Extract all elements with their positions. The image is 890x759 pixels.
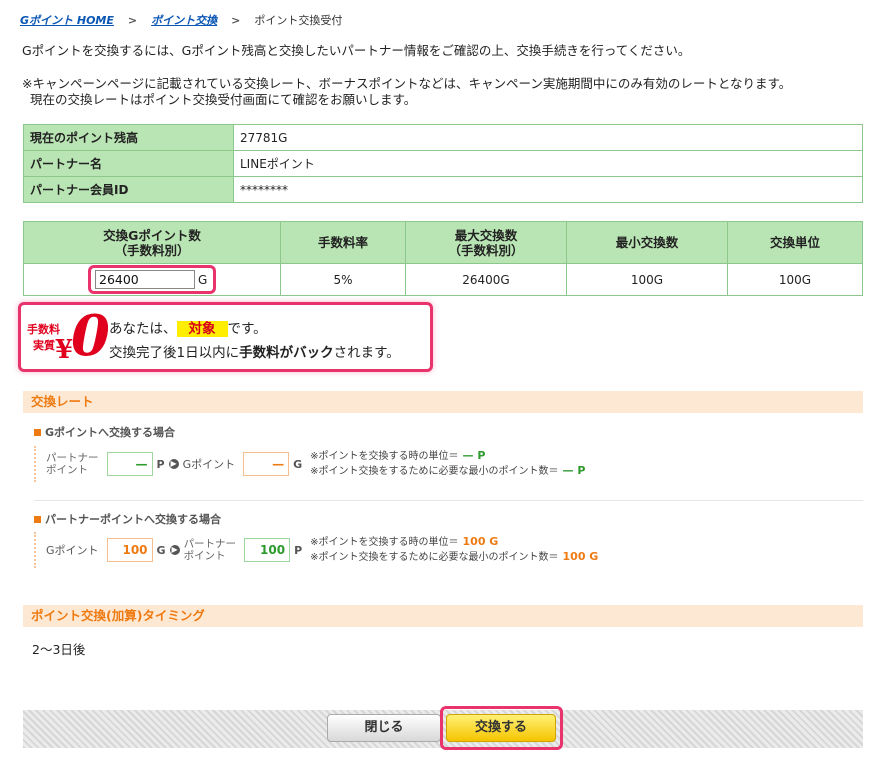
intro-text: Gポイントを交換するには、Gポイント残高と交換したいパートナー情報をご確認の上、… <box>22 43 691 58</box>
arrow-right-icon: ▶ <box>169 545 180 555</box>
to-g-rate-row: パートナー ポイント — P ▶ Gポイント — G ※ポイントを交換する時の単… <box>34 446 585 482</box>
table-header-row: 交換Gポイント数 （手数料別） 手数料率 最大交換数 （手数料別） 最小交換数 … <box>23 221 863 264</box>
partner-point-label-1: パートナー <box>46 452 99 464</box>
unit-value: 100G <box>727 263 863 296</box>
to-g-note-1-text: ※ポイントを交換する時の単位＝ <box>310 451 459 462</box>
timing-value: 2〜3日後 <box>32 642 86 657</box>
gpoint-label: Gポイント <box>182 458 236 471</box>
header-amount-line-1: 交換Gポイント数 <box>103 227 201 243</box>
to-g-notes: ※ポイントを交換する時の単位＝ — P ※ポイント交換をするために必要な最小のポイ… <box>310 449 585 479</box>
to-partner-note-1-value: 100 G <box>462 535 499 548</box>
badge-zero: 0 <box>71 303 110 369</box>
exchange-rate-section-header: 交換レート <box>23 391 863 413</box>
partner-point-label-2: ポイント <box>46 464 88 476</box>
partner-point-rate-box: 100 <box>244 538 291 562</box>
to-partner-note-1-text: ※ポイントを交換する時の単位＝ <box>310 537 459 548</box>
campaign-notice: ※キャンペーンページに記載されている交換レート、ボーナスポイントなどは、キャンペ… <box>22 76 791 108</box>
exchange-button-highlight: 交換する <box>440 706 563 750</box>
header-max: 最大交換数 （手数料別） <box>405 221 567 264</box>
close-button[interactable]: 閉じる <box>327 714 441 742</box>
gpoint-unit: G <box>293 457 303 471</box>
header-max-line-1: 最大交換数 <box>454 227 518 243</box>
gpoint-unit: G <box>156 543 166 557</box>
campaign-line-1: あなたは、 対象 です。 <box>109 317 267 337</box>
member-id-value: ******** <box>233 176 863 203</box>
fee-zero-campaign-box: 手数料 実質 ¥ 0 あなたは、 対象 です。 交換完了後1日以内に手数料がバックさ… <box>18 302 433 372</box>
to-g-heading: Gポイントへ交換する場合 <box>34 424 175 440</box>
to-partner-note-2-text: ※ポイント交換をするために必要な最小のポイント数＝ <box>310 552 559 563</box>
badge-text-real: 実質 <box>33 339 55 352</box>
campaign-line-2-bold: 手数料がバック <box>239 345 334 361</box>
breadcrumb: Gポイント HOME > ポイント交換 > ポイント交換受付 <box>20 12 342 28</box>
to-g-note-1: ※ポイントを交換する時の単位＝ — P <box>310 449 585 464</box>
header-min: 最小交換数 <box>566 221 728 264</box>
to-partner-note-2: ※ポイント交換をするために必要な最小のポイント数＝ 100 G <box>310 550 598 565</box>
partner-name-label: パートナー名 <box>23 150 234 177</box>
campaign-line-1-pre: あなたは、 <box>109 321 177 337</box>
notice-line-1: ※キャンペーンページに記載されている交換レート、ボーナスポイントなどは、キャンペ… <box>22 76 792 91</box>
to-partner-notes: ※ポイントを交換する時の単位＝ 100 G ※ポイント交換をするために必要な最小の… <box>310 535 598 565</box>
header-amount: 交換Gポイント数 （手数料別） <box>23 221 281 264</box>
header-max-line-2: （手数料別） <box>448 242 524 258</box>
balance-value: 27781G <box>233 124 863 151</box>
member-id-label: パートナー会員ID <box>23 176 234 203</box>
campaign-line-2-post: されます。 <box>333 345 400 361</box>
header-unit: 交換単位 <box>727 221 863 264</box>
campaign-line-2: 交換完了後1日以内に手数料がバックされます。 <box>109 341 400 361</box>
partner-point-unit: P <box>156 457 165 471</box>
to-g-note-2-value: — P <box>562 464 586 477</box>
table-row: G 5% 26400G 100G 100G <box>23 263 863 296</box>
to-g-heading-text: Gポイントへ交換する場合 <box>45 426 176 439</box>
section-divider <box>34 500 863 501</box>
partner-point-unit: P <box>294 543 303 557</box>
partner-point-rate-box: — <box>106 452 153 476</box>
gpoint-label: Gポイント <box>46 544 99 557</box>
table-row: パートナー名 LINEポイント <box>23 150 863 177</box>
to-partner-note-2-value: 100 G <box>562 550 599 563</box>
to-partner-note-1: ※ポイントを交換する時の単位＝ 100 G <box>310 535 598 550</box>
exchange-table: 交換Gポイント数 （手数料別） 手数料率 最大交換数 （手数料別） 最小交換数 … <box>23 221 863 296</box>
campaign-line-2-pre: 交換完了後1日以内に <box>109 345 240 361</box>
partner-point-label: パートナー ポイント <box>184 538 237 562</box>
gpoint-rate-box: — <box>243 452 290 476</box>
partner-name-value: LINEポイント <box>233 150 863 177</box>
account-info-table: 現在のポイント残高 27781G パートナー名 LINEポイント パートナー会員… <box>23 124 863 203</box>
campaign-line-1-post: です。 <box>227 321 267 337</box>
campaign-target-highlight: 対象 <box>176 321 228 337</box>
breadcrumb-home-link[interactable]: Gポイント HOME <box>20 12 114 28</box>
orange-square-icon <box>34 428 41 436</box>
amount-unit: G <box>198 272 208 287</box>
amount-highlight: G <box>88 265 216 294</box>
to-g-note-2: ※ポイント交換をするために必要な最小のポイント数＝ — P <box>310 464 585 479</box>
fee-rate-value: 5% <box>280 263 406 296</box>
breadcrumb-current: ポイント交換受付 <box>254 14 343 27</box>
arrow-right-icon: ▶ <box>168 459 179 469</box>
header-amount-line-2: （手数料別） <box>114 242 190 258</box>
partner-point-label-1: パートナー <box>183 538 237 550</box>
to-partner-rate-row: Gポイント 100 G ▶ パートナー ポイント 100 P ※ポイントを交換す… <box>34 532 598 568</box>
notice-line-2: 現在の交換レートはポイント交換受付画面にて確認をお願いします。 <box>30 92 417 107</box>
amount-cell: G <box>23 263 281 296</box>
max-value: 26400G <box>405 263 567 296</box>
partner-point-label-2: ポイント <box>183 550 226 562</box>
to-partner-heading-text: パートナーポイントへ交換する場合 <box>45 513 221 526</box>
table-row: パートナー会員ID ******** <box>23 176 863 203</box>
balance-label: 現在のポイント残高 <box>23 124 234 151</box>
partner-point-label: パートナー ポイント <box>46 452 99 476</box>
header-fee-rate: 手数料率 <box>280 221 406 264</box>
breadcrumb-separator: > <box>231 13 241 27</box>
to-g-note-1-value: — P <box>462 449 486 462</box>
exchange-button[interactable]: 交換する <box>446 714 556 742</box>
gpoint-rate-box: 100 <box>106 538 153 562</box>
breadcrumb-exchange-link[interactable]: ポイント交換 <box>151 12 217 28</box>
fee-zero-badge-icon: 手数料 実質 ¥ 0 <box>25 303 110 369</box>
timing-section-header: ポイント交換(加算)タイミング <box>23 605 863 627</box>
to-partner-heading: パートナーポイントへ交換する場合 <box>34 511 221 527</box>
breadcrumb-separator: > <box>127 13 138 27</box>
table-row: 現在のポイント残高 27781G <box>23 124 863 151</box>
orange-square-icon <box>34 515 41 523</box>
to-g-note-2-text: ※ポイント交換をするために必要な最小のポイント数＝ <box>310 466 559 477</box>
exchange-amount-input[interactable] <box>95 270 195 289</box>
min-value: 100G <box>566 263 728 296</box>
